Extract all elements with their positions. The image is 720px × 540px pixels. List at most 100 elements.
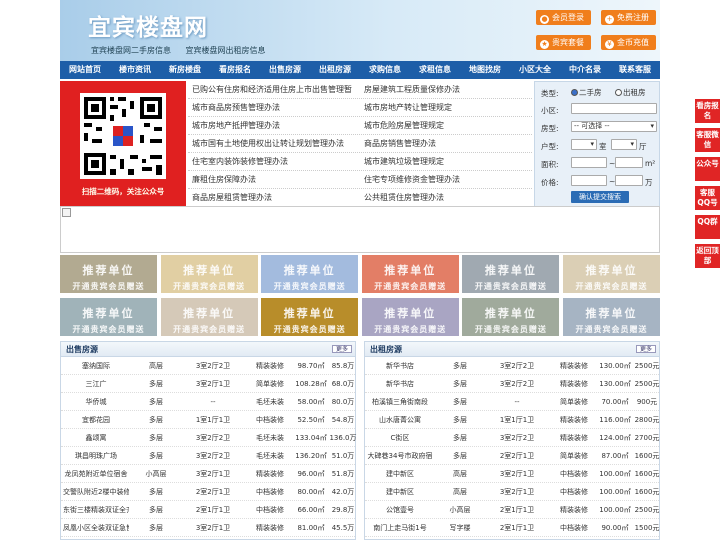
hall-count-select[interactable]: ▾ — [611, 139, 637, 150]
listing-name[interactable]: 凤凰小区全装双证急售 — [63, 519, 129, 537]
nav-item-map-search[interactable]: 地图找房 — [460, 61, 510, 79]
ad-slot[interactable]: 推荐单位 开通贵宾会员赠送 — [563, 298, 660, 336]
price-max-input[interactable] — [615, 175, 643, 186]
table-row[interactable]: 塞纳国际 高层 3室2厅2卫 精装装修 98.70㎡ 85.8万 — [61, 357, 355, 375]
policy-link[interactable]: 城市建筑垃圾管理规定 — [360, 153, 532, 170]
site-logo[interactable]: 宜宾楼盘网 — [88, 8, 208, 42]
table-row[interactable]: 华侨城 多层 -- 毛坯未装 58.00㎡ 80.0万 — [61, 393, 355, 411]
table-row[interactable]: 建中新区 高层 3室2厅1卫 中档装修 100.00㎡ 1600元 — [365, 483, 659, 501]
policy-link[interactable]: 住宅专项维修资金管理办法 — [360, 171, 532, 188]
type-radio-secondhand[interactable]: 二手房 — [571, 87, 602, 98]
table-row[interactable]: 宜都花园 多层 1室1厅1卫 中档装修 52.50㎡ 54.8万 — [61, 411, 355, 429]
nav-item-wanted-buy[interactable]: 求购信息 — [360, 61, 410, 79]
listing-name[interactable]: 大碑巷34号市政府宿 — [367, 447, 433, 465]
listing-name[interactable]: 交警队附近2楼中装修 — [63, 483, 129, 501]
price-min-input[interactable] — [571, 175, 607, 186]
listing-name[interactable]: 新华书店 — [367, 357, 433, 375]
community-input[interactable] — [571, 103, 657, 114]
room-count-select[interactable]: ▾ — [571, 139, 597, 150]
sale-more-button[interactable]: 更多 — [332, 345, 352, 353]
vip-package-button[interactable]: ★ 贵宾套餐 — [536, 35, 591, 50]
sublink-secondhand[interactable]: 宜宾楼盘网二手房信息 — [91, 46, 171, 55]
policy-link[interactable]: 房屋建筑工程质量保修办法 — [360, 81, 532, 98]
register-button[interactable]: + 免费注册 — [601, 10, 656, 25]
ad-slot[interactable]: 推荐单位 开通贵宾会员赠送 — [563, 255, 660, 293]
side-qq-group[interactable]: QQ群 — [695, 215, 720, 239]
nav-item-for-sale[interactable]: 出售房源 — [260, 61, 310, 79]
nav-item-contact[interactable]: 联系客服 — [610, 61, 660, 79]
side-official-account[interactable]: 公众号 — [695, 157, 720, 181]
ad-slot[interactable]: 推荐单位 开通贵宾会员赠送 — [261, 298, 359, 336]
listing-name[interactable]: 建中新区 — [367, 483, 433, 501]
listing-name[interactable]: 琪昌明珠广场 — [63, 447, 129, 465]
nav-item-wanted-rent[interactable]: 求租信息 — [410, 61, 460, 79]
policy-link[interactable]: 已购公有住房和经济适用住房上市出售管理暂 — [188, 81, 360, 98]
listing-name[interactable]: 建中新区 — [367, 465, 433, 483]
listing-name[interactable]: 新华书店 — [367, 375, 433, 393]
side-qq-service[interactable]: 客服QQ号 — [695, 186, 720, 210]
policy-link[interactable]: 商品房销售管理办法 — [360, 135, 532, 152]
listing-name[interactable]: 宜都花园 — [63, 411, 129, 429]
table-row[interactable]: 龙凤苑附近单位宿舍 小高层 3室2厅1卫 精装装修 96.00㎡ 51.8万 — [61, 465, 355, 483]
side-wechat-service[interactable]: 客服微信 — [695, 128, 720, 152]
listing-name[interactable]: 公馆壹号 — [367, 501, 433, 519]
table-row[interactable]: 东街三楼精装双证全齐 多层 2室1厅1卫 中档装修 66.00㎡ 29.8万 — [61, 501, 355, 519]
side-back-to-top[interactable]: 返回顶部 — [695, 244, 720, 268]
table-row[interactable]: 南门上走马街1号 写字楼 2室1厅1卫 中档装修 90.00㎡ 1500元 — [365, 519, 659, 537]
ad-slot[interactable]: 推荐单位 开通贵宾会员赠送 — [160, 255, 258, 293]
policy-link[interactable]: 廉租住房保障办法 — [188, 171, 360, 188]
table-row[interactable]: 三江广 多层 3室2厅1卫 简单装修 108.28㎡ 68.0万 — [61, 375, 355, 393]
listing-name[interactable]: 东街三楼精装双证全齐 — [63, 501, 129, 519]
listing-name[interactable]: 华侨城 — [63, 393, 129, 411]
rent-more-button[interactable]: 更多 — [636, 345, 656, 353]
ad-slot[interactable]: 推荐单位 开通贵宾会员赠送 — [60, 298, 157, 336]
table-row[interactable]: 新华书店 多层 3室2厅2卫 精装装修 130.00㎡ 2500元 — [365, 357, 659, 375]
ad-slot[interactable]: 推荐单位 开通贵宾会员赠送 — [462, 298, 560, 336]
nav-item-for-rent[interactable]: 出租房源 — [310, 61, 360, 79]
banner-image[interactable] — [60, 206, 660, 253]
table-row[interactable]: 交警队附近2楼中装修 多层 2室2厅1卫 中档装修 80.00㎡ 42.0万 — [61, 483, 355, 501]
ad-slot[interactable]: 推荐单位 开通贵宾会员赠送 — [160, 298, 258, 336]
listing-name[interactable]: 龙凤苑附近单位宿舍 — [63, 465, 129, 483]
policy-link[interactable]: 公共租赁住房管理办法 — [360, 189, 532, 206]
listing-name[interactable]: 柏溪镇三角街南段 — [367, 393, 433, 411]
nav-item-agencies[interactable]: 中介名录 — [560, 61, 610, 79]
policy-link[interactable]: 城市国有土地使用权出让转让规划管理办法 — [188, 135, 360, 152]
listing-name[interactable]: 三江广 — [63, 375, 129, 393]
login-button[interactable]: ● 会员登录 — [536, 10, 591, 25]
table-row[interactable]: 琪昌明珠广场 多层 3室2厅2卫 毛坯未装 136.20㎡ 51.0万 — [61, 447, 355, 465]
table-row[interactable]: 大碑巷34号市政府宿 多层 2室2厅1卫 简单装修 87.00㎡ 1600元 — [365, 447, 659, 465]
listing-name[interactable]: 鑫颂寓 — [63, 429, 129, 447]
listing-name[interactable]: 塞纳国际 — [63, 357, 129, 375]
policy-link[interactable]: 城市房地产抵押管理办法 — [188, 117, 360, 134]
ad-slot[interactable]: 推荐单位 开通贵宾会员赠送 — [361, 255, 459, 293]
ad-slot[interactable]: 推荐单位 开通贵宾会员赠送 — [261, 255, 359, 293]
nav-item-viewing-signup[interactable]: 看房报名 — [210, 61, 260, 79]
nav-item-new-homes[interactable]: 新房楼盘 — [160, 61, 210, 79]
ad-slot[interactable]: 推荐单位 开通贵宾会员赠送 — [60, 255, 157, 293]
type-radio-rent[interactable]: 出租房 — [615, 87, 646, 98]
table-row[interactable]: C街区 多层 3室2厅2卫 精装装修 124.00㎡ 2700元 — [365, 429, 659, 447]
policy-link[interactable]: 城市危险房屋管理规定 — [360, 117, 532, 134]
table-row[interactable]: 公馆壹号 小高层 2室1厅1卫 精装装修 100.00㎡ 2500元 — [365, 501, 659, 519]
listing-name[interactable]: C街区 — [367, 429, 433, 447]
table-row[interactable]: 鑫颂寓 多层 3室2厅2卫 毛坯未装 133.04㎡ 136.0万 — [61, 429, 357, 447]
nav-item-communities[interactable]: 小区大全 — [510, 61, 560, 79]
listing-name[interactable]: 山水唐菁公寓 — [367, 411, 433, 429]
policy-link[interactable]: 城市商品房预售管理办法 — [188, 99, 360, 116]
side-viewing-signup[interactable]: 看房报名 — [695, 99, 720, 123]
sublink-rent[interactable]: 宜宾楼盘网出租房信息 — [186, 46, 266, 55]
policy-link[interactable]: 住宅室内装饰装修管理办法 — [188, 153, 360, 170]
table-row[interactable]: 凤凰小区全装双证急售 多层 3室2厅1卫 精装装修 81.00㎡ 45.5万 — [61, 519, 355, 537]
policy-link[interactable]: 商品房屋租赁管理办法 — [188, 189, 360, 206]
coin-recharge-button[interactable]: ¥ 金币充值 — [601, 35, 656, 50]
table-row[interactable]: 新华书店 多层 3室2厅2卫 精装装修 130.00㎡ 2500元 — [365, 375, 659, 393]
house-type-select[interactable]: -- 可选择 -- ▾ — [571, 121, 657, 132]
listing-name[interactable]: 南门上走马街1号 — [367, 519, 433, 537]
table-row[interactable]: 建中新区 高层 3室2厅1卫 中档装修 100.00㎡ 1600元 — [365, 465, 659, 483]
table-row[interactable]: 柏溪镇三角街南段 多层 -- 简单装修 70.00㎡ 900元 — [365, 393, 659, 411]
ad-slot[interactable]: 推荐单位 开通贵宾会员赠送 — [361, 298, 459, 336]
policy-link[interactable]: 城市房地产转让管理规定 — [360, 99, 532, 116]
nav-item-home[interactable]: 网站首页 — [60, 61, 110, 79]
nav-item-news[interactable]: 楼市资讯 — [110, 61, 160, 79]
